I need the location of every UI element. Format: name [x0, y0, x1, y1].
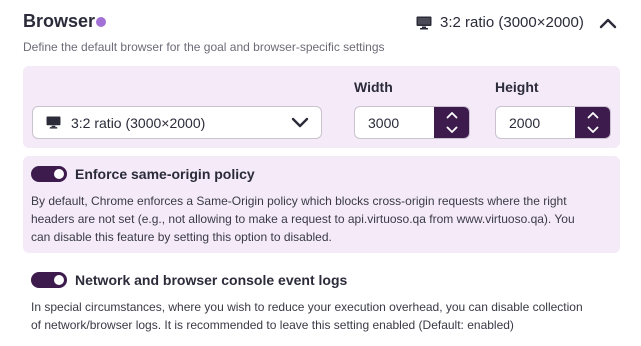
- chevron-down-icon: [291, 117, 309, 128]
- same-origin-description-line: can disable this feature by setting this…: [31, 230, 332, 244]
- network-logs-card: Network and browser console event logs I…: [23, 262, 620, 340]
- network-logs-title: Network and browser console event logs: [75, 272, 348, 288]
- width-decrement-button[interactable]: [434, 123, 469, 138]
- height-stepper: [575, 107, 610, 138]
- section-title: Browser: [23, 11, 96, 31]
- resolution-summary-text: 3:2 ratio (3000×2000): [440, 14, 584, 31]
- monitor-icon: [46, 116, 61, 129]
- monitor-icon: [416, 16, 432, 29]
- resolution-select-value: 3:2 ratio (3000×2000): [71, 114, 206, 131]
- same-origin-toggle[interactable]: [31, 166, 67, 182]
- network-logs-toggle[interactable]: [31, 272, 67, 288]
- same-origin-description-line: headers are not set (e.g., not allowing …: [31, 212, 575, 226]
- width-stepper: [434, 107, 469, 138]
- network-logs-description-line: In special circumstances, where you wish…: [31, 300, 583, 314]
- width-label: Width: [354, 79, 393, 95]
- width-field: [354, 106, 470, 139]
- toggle-knob: [54, 169, 64, 179]
- chevron-down-icon: [587, 126, 598, 133]
- height-label: Height: [495, 79, 539, 95]
- height-increment-button[interactable]: [575, 108, 610, 123]
- same-origin-title: Enforce same-origin policy: [75, 166, 255, 182]
- collapse-button[interactable]: [597, 12, 619, 34]
- same-origin-description-line: By default, Chrome enforces a Same-Origi…: [31, 194, 567, 208]
- chevron-down-icon: [446, 126, 457, 133]
- resolution-summary: 3:2 ratio (3000×2000): [416, 14, 584, 31]
- section-header: Browser 3:2 ratio (3000×2000): [23, 10, 623, 36]
- same-origin-card: Enforce same-origin policy By default, C…: [23, 156, 620, 253]
- height-field: [495, 106, 611, 139]
- height-input[interactable]: [496, 107, 576, 138]
- chevron-up-icon: [446, 112, 457, 119]
- chevron-up-icon: [587, 112, 598, 119]
- chevron-up-icon: [599, 18, 617, 29]
- toggle-knob: [54, 275, 64, 285]
- section-description: Define the default browser for the goal …: [23, 40, 385, 54]
- network-logs-description-line: of network/browser logs. It is recommend…: [31, 318, 514, 332]
- resolution-select[interactable]: 3:2 ratio (3000×2000): [32, 106, 322, 139]
- status-dot: [96, 17, 106, 27]
- width-input[interactable]: [355, 107, 435, 138]
- height-decrement-button[interactable]: [575, 123, 610, 138]
- width-increment-button[interactable]: [434, 108, 469, 123]
- resolution-panel: 3:2 ratio (3000×2000) Width Height: [23, 66, 620, 148]
